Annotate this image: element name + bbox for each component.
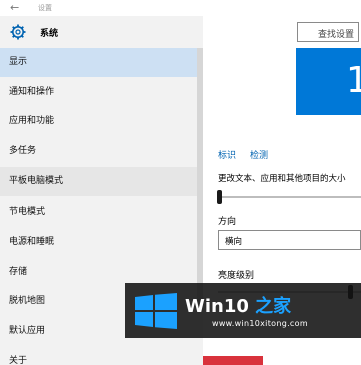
watermark: Win10 之家 www.win10xitong.com (125, 283, 361, 338)
window-title: 设置 (38, 4, 52, 12)
back-arrow-icon[interactable]: ← (10, 1, 19, 14)
title-bar: ← 设置 (0, 0, 361, 16)
scale-label: 更改文本、应用和其他项目的大小 (218, 174, 346, 184)
sidebar-header: 系统 (0, 16, 203, 48)
windows-logo-icon (135, 293, 177, 329)
watermark-url: www.win10xitong.com (212, 319, 308, 328)
gear-icon (10, 24, 26, 40)
scale-slider-track[interactable] (218, 196, 361, 198)
sidebar-item-notifications[interactable]: 通知和操作 (0, 78, 203, 107)
watermark-brand: Win10 之家 (185, 292, 291, 318)
scale-slider-thumb[interactable] (217, 190, 222, 204)
identify-link[interactable]: 标识 (218, 148, 236, 161)
search-input[interactable]: 查找设置 (297, 22, 359, 42)
red-button[interactable] (203, 356, 263, 365)
sidebar-item-about[interactable]: 关于 (0, 347, 203, 365)
orientation-label: 方向 (218, 217, 237, 227)
monitor-number: 1 (346, 60, 361, 101)
orientation-dropdown[interactable]: 横向 (218, 230, 361, 250)
sidebar-item-power-sleep[interactable]: 电源和睡眠 (0, 228, 203, 257)
monitor-preview[interactable]: 1 (296, 48, 361, 115)
watermark-brand-prefix: Win10 (185, 296, 249, 317)
sidebar-item-multitasking[interactable]: 多任务 (0, 137, 203, 166)
sidebar-item-battery-saver[interactable]: 节电模式 (0, 198, 203, 227)
sidebar-item-apps[interactable]: 应用和功能 (0, 107, 203, 136)
sidebar-item-display[interactable]: 显示 (0, 48, 203, 77)
section-title: 系统 (40, 29, 59, 39)
sidebar-scrollbar[interactable] (197, 48, 203, 308)
watermark-brand-suffix: 之家 (255, 296, 292, 317)
brightness-label: 亮度级别 (218, 271, 255, 281)
detect-link[interactable]: 检测 (250, 148, 268, 161)
sidebar-item-tablet-mode[interactable]: 平板电脑模式 (0, 167, 203, 196)
